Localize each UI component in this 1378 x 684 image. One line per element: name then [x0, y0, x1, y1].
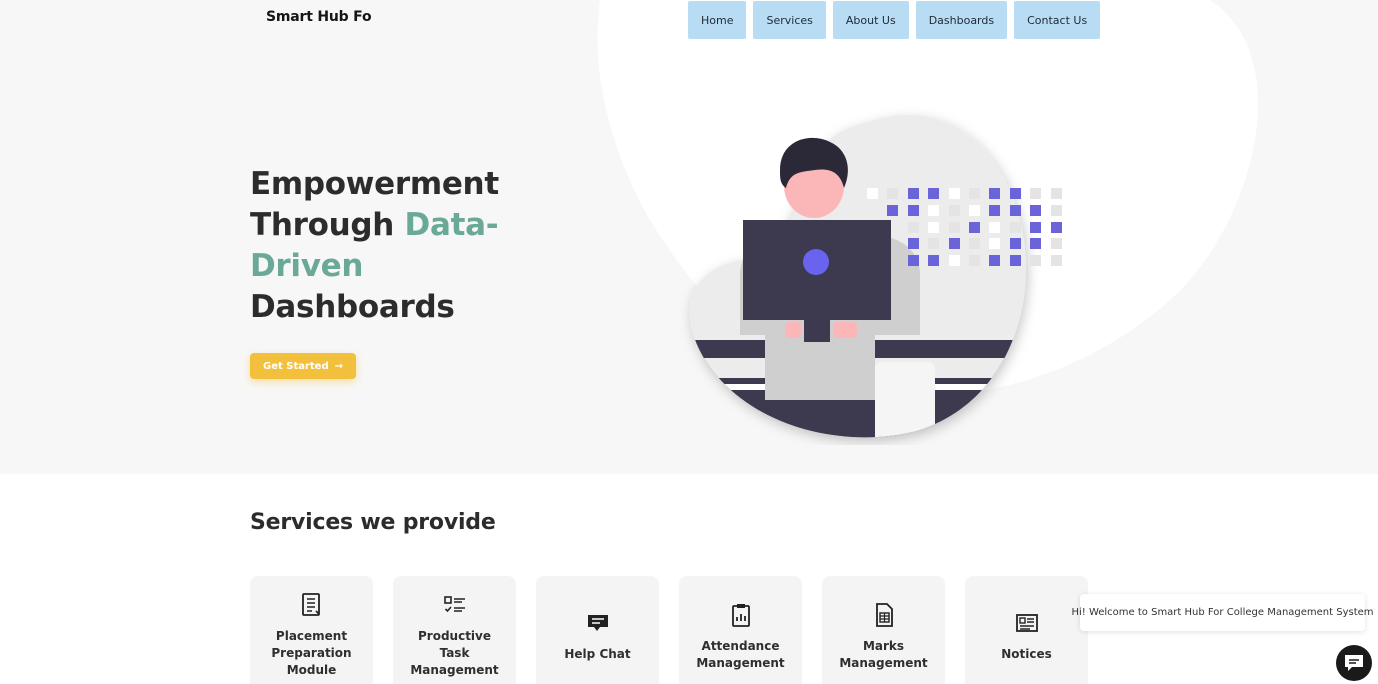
nav-about-button[interactable]: About Us	[832, 1, 909, 39]
brand-logo-text[interactable]: Smart Hub For College Management System	[266, 9, 372, 31]
nav-contact-button[interactable]: Contact Us	[1014, 1, 1101, 39]
get-started-label: Get Started	[262, 360, 329, 372]
headline-line-1: Empowerment	[250, 166, 499, 202]
headline-accent-1: Data-	[404, 207, 499, 243]
service-card-attendance[interactable]: Attendance Management	[679, 576, 802, 684]
service-label: Attendance Management	[696, 639, 785, 670]
headline-line-2: Through	[250, 207, 405, 243]
chat-launcher-button[interactable]	[1336, 645, 1372, 681]
service-card-help-chat[interactable]: Help Chat	[536, 576, 659, 684]
service-card-marks[interactable]: Marks Management	[822, 576, 945, 684]
clipboard-chart-icon	[731, 604, 750, 627]
service-label: Marks Management	[839, 639, 928, 670]
nav-dashboards-button[interactable]: Dashboards	[915, 1, 1008, 39]
service-label: Placement Preparation Module	[271, 629, 352, 677]
nav-home-button[interactable]: Home	[688, 1, 747, 39]
get-started-button[interactable]: Get Started →	[250, 353, 356, 379]
service-card-notices[interactable]: Notices	[965, 576, 1088, 684]
nav-services-button[interactable]: Services	[753, 1, 826, 39]
services-heading: Services we provide	[250, 510, 496, 535]
arrow-right-icon: →	[334, 360, 344, 372]
service-label: Productive Task Management	[410, 629, 499, 677]
top-navigation: Home Services About Us Dashboards Contac…	[688, 1, 1101, 39]
services-card-list: Placement Preparation Module Productive …	[250, 576, 1088, 684]
headline-accent-2: Driven	[250, 248, 364, 284]
headline-line-4: Dashboards	[250, 289, 455, 325]
chat-welcome-bubble[interactable]: Hi! Welcome to Smart Hub For College Man…	[1071, 594, 1374, 631]
chat-message-icon	[587, 615, 608, 631]
hero-headline: Empowerment Through Data- Driven Dashboa…	[250, 164, 610, 328]
checklist-icon	[443, 596, 465, 613]
spreadsheet-file-icon	[875, 603, 893, 627]
service-card-placement[interactable]: Placement Preparation Module	[250, 576, 373, 684]
document-list-icon	[301, 593, 320, 616]
hero-illustration	[689, 114, 1062, 438]
service-label: Help Chat	[564, 647, 631, 661]
hero-section: Smart Hub For College Management System …	[0, 0, 1378, 474]
service-card-task-management[interactable]: Productive Task Management	[393, 576, 516, 684]
service-label: Notices	[1001, 647, 1052, 661]
chat-bubble-icon	[1345, 655, 1363, 671]
notice-board-icon	[1015, 614, 1038, 632]
